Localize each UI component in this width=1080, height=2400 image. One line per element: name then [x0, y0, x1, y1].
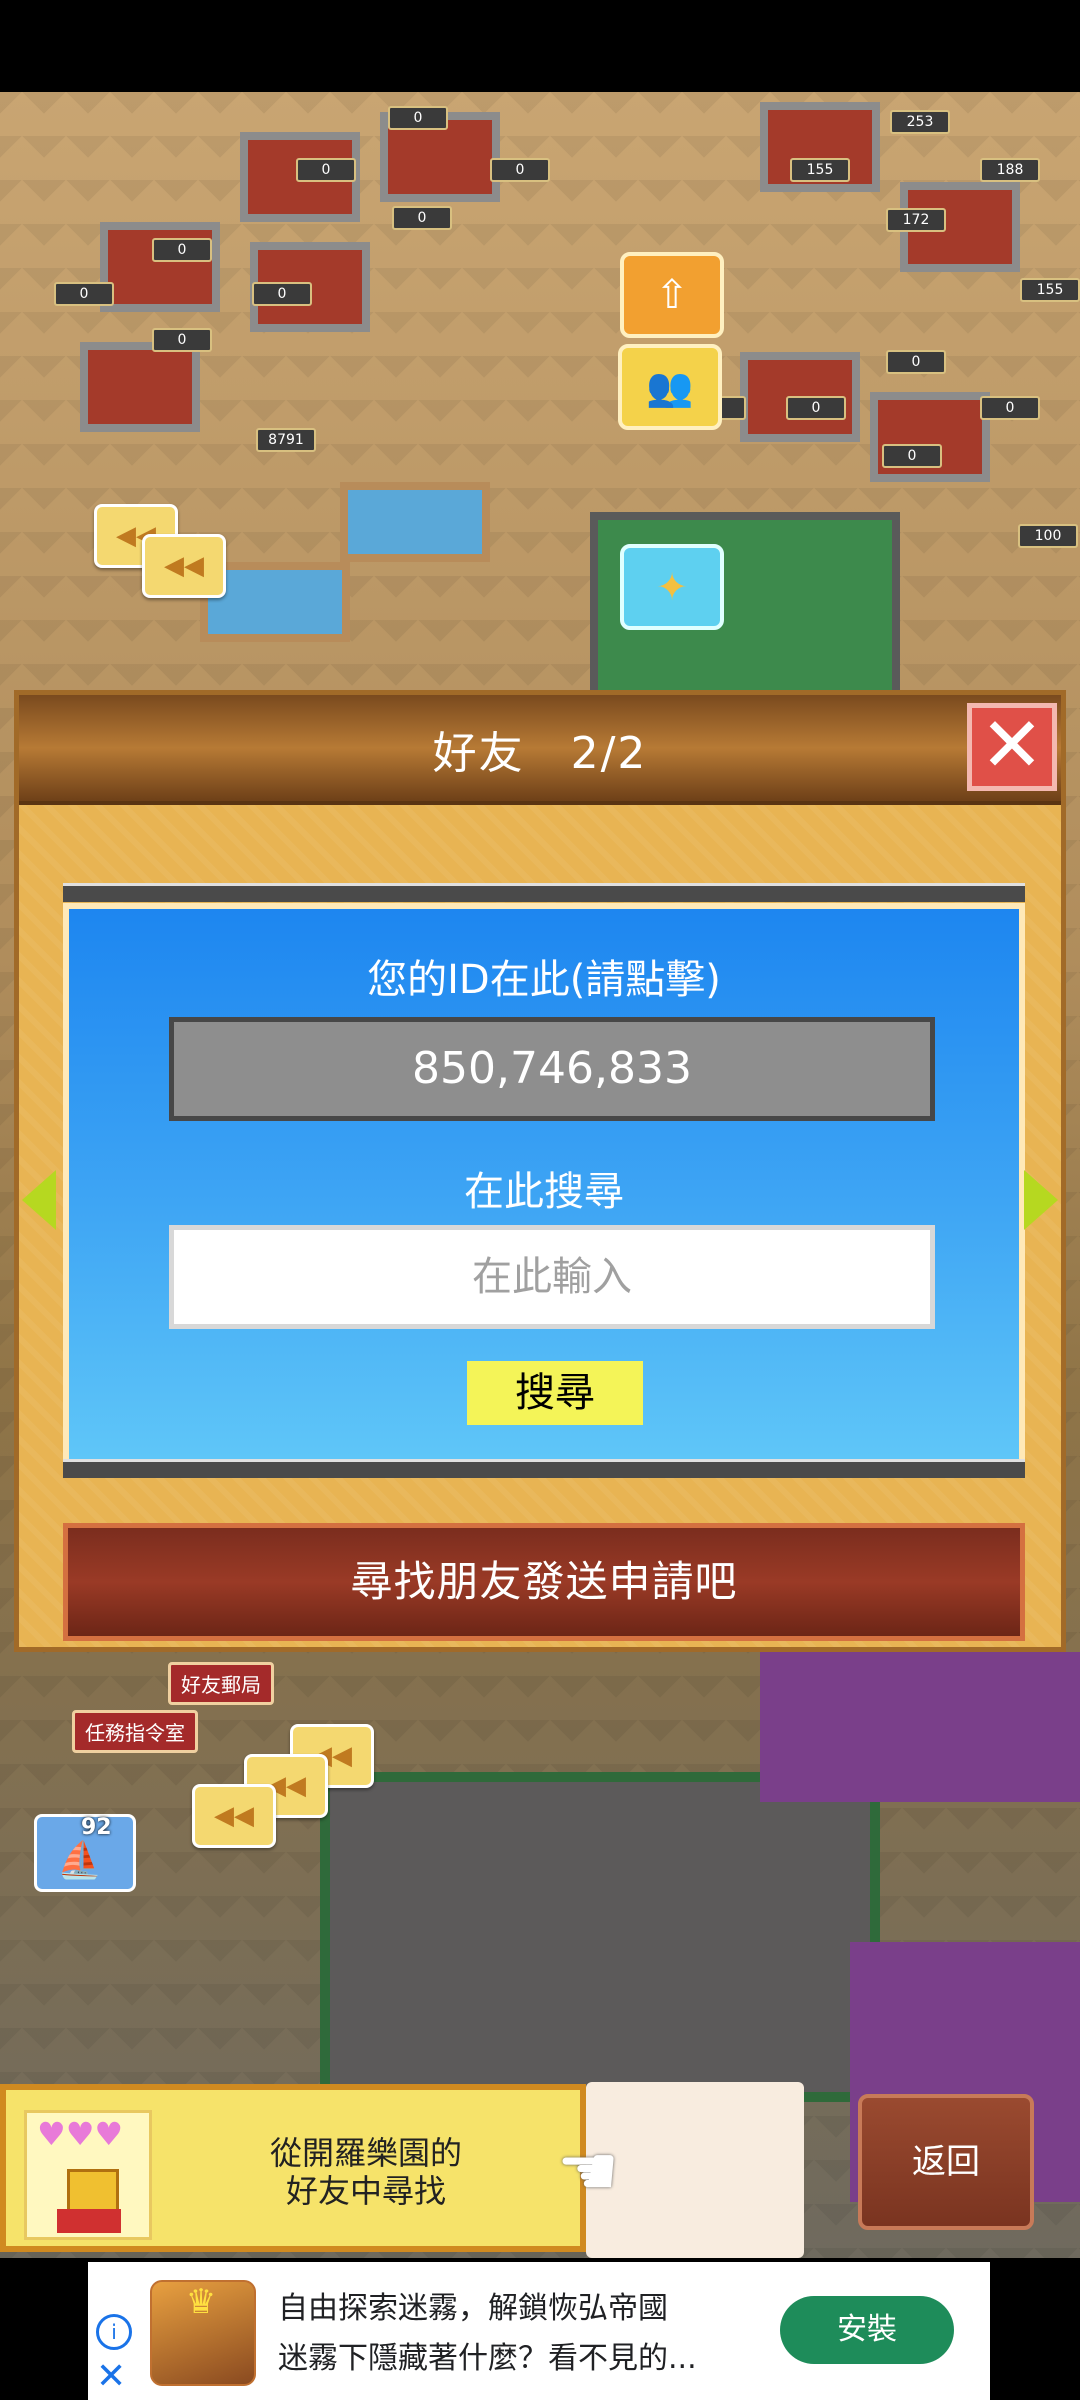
ad-line-2: 迷霧下隱藏著什麼？看不見的... — [278, 2341, 697, 2376]
building-count: 0 — [388, 106, 448, 130]
user-id-field[interactable]: 850,746,833 — [169, 1017, 935, 1121]
pointing-hand-icon: ☚ — [556, 2130, 620, 2212]
mascot-avatar: ♥♥♥ — [24, 2110, 152, 2240]
id-prompt-label: 您的ID在此(請點擊) — [367, 957, 721, 1003]
ship-count: 92 — [81, 1815, 112, 1840]
add-friend-icon[interactable]: 👥 — [618, 344, 722, 430]
next-page-arrow-icon[interactable] — [1024, 1170, 1058, 1230]
building-count: 0 — [252, 282, 312, 306]
garden-plot[interactable] — [320, 1772, 880, 2102]
upgrade-arrow-icon[interactable]: ⇧ — [620, 252, 724, 338]
visitor-bubble-icon[interactable]: ◀◀ — [142, 534, 226, 598]
dialog-title: 好友 2/2 — [432, 728, 648, 779]
hint-line-2: 好友中尋找 — [285, 2172, 446, 2210]
building-count: 155 — [790, 158, 850, 182]
ad-line-1: 自由探索迷霧，解鎖恢弘帝國 — [278, 2291, 668, 2326]
search-label: 在此搜尋 — [464, 1169, 624, 1215]
ad-close-icon[interactable]: ✕ — [96, 2356, 126, 2397]
building[interactable] — [100, 222, 220, 312]
building-count: 0 — [152, 328, 212, 352]
building-count: 0 — [886, 350, 946, 374]
close-icon: ✕ — [980, 700, 1044, 789]
ship-icon: ⛵ — [57, 1840, 102, 1881]
install-button[interactable]: 安裝 — [780, 2296, 954, 2364]
status-bar — [0, 0, 1080, 92]
building-count: 0 — [882, 444, 942, 468]
friend-dialog: 好友 2/2 ✕ 您的ID在此(請點擊) 850,746,833 在此搜尋 搜尋… — [14, 690, 1066, 1652]
previous-page-arrow-icon[interactable] — [22, 1170, 56, 1230]
research-icon[interactable]: ✦ — [620, 544, 724, 630]
search-button[interactable]: 搜尋 — [467, 1361, 643, 1425]
building-count: 188 — [980, 158, 1040, 182]
building-count: 253 — [890, 110, 950, 134]
building-count: 0 — [980, 396, 1040, 420]
building-count: 172 — [886, 208, 946, 232]
ad-info-icon[interactable]: i — [96, 2314, 132, 2350]
building[interactable] — [80, 342, 200, 432]
friend-search-input[interactable] — [169, 1225, 935, 1329]
building[interactable] — [870, 392, 990, 482]
back-button[interactable]: 返回 — [858, 2094, 1034, 2230]
building-count: 0 — [296, 158, 356, 182]
visitor-bubble-icon[interactable]: ◀◀ — [192, 1784, 276, 1848]
hint-text: 從開羅樂園的 好友中尋找 — [206, 2134, 526, 2210]
hearts-icon: ♥♥♥ — [37, 2115, 124, 2153]
close-button[interactable]: ✕ — [967, 703, 1057, 791]
building-count: 0 — [392, 206, 452, 230]
mascot-face — [67, 2169, 119, 2213]
hint-line-1: 從開羅樂園的 — [269, 2134, 462, 2172]
panel-tab-strip-top — [63, 883, 1025, 902]
building-count: 100 — [1018, 524, 1078, 548]
panel-tab-strip-bottom — [63, 1459, 1025, 1478]
building-count: 155 — [1020, 278, 1080, 302]
building-count: 0 — [54, 282, 114, 306]
facility-tag: 8791 — [256, 428, 316, 452]
pool[interactable] — [340, 482, 490, 562]
friend-request-banner[interactable]: 尋找朋友發送申請吧 — [63, 1523, 1025, 1641]
building-count: 0 — [152, 238, 212, 262]
ship-badge[interactable]: 92 ⛵ — [34, 1814, 136, 1892]
dialog-header: 好友 2/2 ✕ — [19, 695, 1061, 805]
friend-hint-box[interactable]: ♥♥♥ 從開羅樂園的 好友中尋找 — [0, 2084, 586, 2252]
building-count: 0 — [786, 396, 846, 420]
crown-icon: ♛ — [185, 2282, 217, 2322]
building-count: 0 — [490, 158, 550, 182]
ad-text[interactable]: 自由探索迷霧，解鎖恢弘帝國 迷霧下隱藏著什麼？看不見的... — [278, 2284, 748, 2384]
friend-post-office-label[interactable]: 好友郵局 — [168, 1662, 274, 1705]
mission-room-label[interactable]: 任務指令室 — [72, 1710, 198, 1753]
purple-plaza[interactable] — [760, 1652, 1080, 1802]
mascot-body — [57, 2209, 121, 2233]
